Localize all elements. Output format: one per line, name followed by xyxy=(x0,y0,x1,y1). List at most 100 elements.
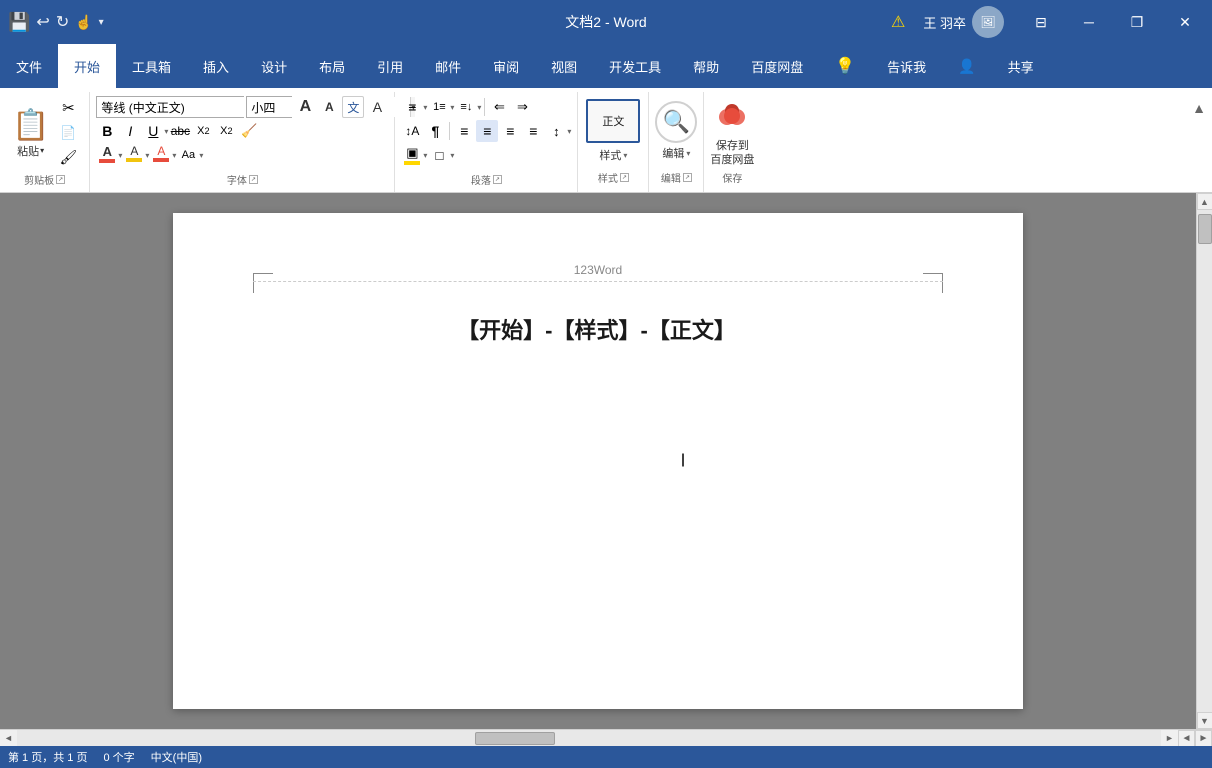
font-name-combo[interactable]: ▾ xyxy=(96,96,244,118)
italic-button[interactable]: I xyxy=(119,120,141,142)
menu-home[interactable]: 开始 xyxy=(58,44,116,88)
collapse-ribbon-button[interactable]: ▲ xyxy=(1186,92,1212,192)
page-content-area[interactable]: 【开始】-【样式】-【正文】 xyxy=(253,313,943,345)
cut-button[interactable]: ✂ xyxy=(55,97,81,119)
scroll-up-button[interactable]: ▲ xyxy=(1197,193,1212,210)
document-scroll-area[interactable]: 123Word 【开始】-【样式】-【正文】 I xyxy=(0,193,1196,729)
menu-tell-me[interactable]: 告诉我 xyxy=(871,44,942,88)
align-left-button[interactable]: ≡ xyxy=(453,120,475,142)
h-scroll-track[interactable] xyxy=(17,730,1161,746)
styles-expand-icon[interactable]: ↗ xyxy=(620,173,629,182)
underline-button[interactable]: U xyxy=(142,120,164,142)
font-color-button[interactable]: A xyxy=(96,144,118,166)
minimize-button[interactable]: ─ xyxy=(1066,0,1112,44)
clipboard-expand-icon[interactable]: ↗ xyxy=(56,175,65,184)
eraser-button[interactable]: 🧹 xyxy=(238,120,260,142)
case-button[interactable]: Aa xyxy=(177,144,199,166)
borders-arrow[interactable]: ▾ xyxy=(450,151,454,160)
format-painter-button[interactable]: 🖌 xyxy=(55,147,81,169)
underline-arrow[interactable]: ▾ xyxy=(164,127,168,136)
editing-arrow[interactable]: ▾ xyxy=(686,149,690,158)
menu-layout[interactable]: 布局 xyxy=(303,44,361,88)
case-arrow[interactable]: ▾ xyxy=(199,151,203,160)
numbering-button[interactable]: 1≡ xyxy=(428,96,450,118)
font-color-arrow[interactable]: ▾ xyxy=(118,151,122,160)
redo-icon[interactable]: ↻ xyxy=(56,12,69,32)
menu-developer[interactable]: 开发工具 xyxy=(593,44,677,88)
line-spacing-button[interactable]: ↕ xyxy=(545,120,567,142)
menu-share-icon[interactable]: 👤 xyxy=(942,44,991,88)
scroll-right-button[interactable]: ► xyxy=(1161,730,1178,747)
shading-button[interactable]: ▣ xyxy=(401,145,423,165)
copy-button[interactable]: 📄 xyxy=(55,122,81,144)
highlight-arrow[interactable]: ▾ xyxy=(145,151,149,160)
bold-button[interactable]: B xyxy=(96,120,118,142)
paste-button[interactable]: 📋 粘贴▾ xyxy=(8,96,53,170)
close-button[interactable]: ✕ xyxy=(1162,0,1208,44)
menu-file[interactable]: 文件 xyxy=(0,44,58,88)
shading-font-button[interactable]: A xyxy=(150,144,172,166)
numbering-arrow[interactable]: ▾ xyxy=(450,103,454,112)
menu-references[interactable]: 引用 xyxy=(361,44,419,88)
styles-preview[interactable]: 正文 xyxy=(586,99,640,143)
font-size-combo[interactable]: ▾ xyxy=(246,96,292,118)
decrease-indent-button[interactable]: ⇐ xyxy=(488,96,510,118)
user-avatar[interactable]: 🖼 xyxy=(972,6,1004,38)
scroll-left-button[interactable]: ◄ xyxy=(0,730,17,747)
increase-indent-button[interactable]: ⇒ xyxy=(511,96,533,118)
shading-font-arrow[interactable]: ▾ xyxy=(172,151,176,160)
multi-level-button[interactable]: ≡↓ xyxy=(455,96,477,118)
strikethrough-button[interactable]: abc xyxy=(169,120,191,142)
font-expand-icon[interactable]: ↗ xyxy=(249,175,258,184)
borders-button[interactable]: □ xyxy=(428,144,450,166)
align-right-button[interactable]: ≡ xyxy=(499,120,521,142)
h-scroll-thumb[interactable] xyxy=(475,732,555,745)
document-page[interactable]: 123Word 【开始】-【样式】-【正文】 I xyxy=(173,213,1023,709)
sort-button[interactable]: ↕A xyxy=(401,120,423,142)
scroll-thumb[interactable] xyxy=(1198,214,1212,244)
customize-arrow-icon[interactable]: ▾ xyxy=(99,17,104,28)
highlight-button[interactable]: A xyxy=(123,144,145,166)
save-quick-icon[interactable]: 💾 xyxy=(8,12,30,33)
show-marks-button[interactable]: ¶ xyxy=(424,120,446,142)
user-area[interactable]: 王 羽卒 🖼 xyxy=(911,6,1016,38)
font-name-input[interactable] xyxy=(97,97,260,117)
search-circle-button[interactable]: 🔍 xyxy=(655,101,697,143)
clear-format-button[interactable]: A xyxy=(366,96,388,118)
font-grow-button[interactable]: A xyxy=(294,96,316,118)
status-left-btn[interactable]: ◄ xyxy=(1178,730,1195,747)
menu-insert[interactable]: 插入 xyxy=(187,44,245,88)
justify-button[interactable]: ≡ xyxy=(522,120,544,142)
paragraph-expand-icon[interactable]: ↗ xyxy=(493,175,502,184)
menu-baidu-pan[interactable]: 百度网盘 xyxy=(735,44,819,88)
menu-view[interactable]: 视图 xyxy=(535,44,593,88)
bullets-arrow[interactable]: ▾ xyxy=(423,103,427,112)
menu-design[interactable]: 设计 xyxy=(245,44,303,88)
scroll-down-button[interactable]: ▼ xyxy=(1197,712,1212,729)
line-spacing-arrow[interactable]: ▾ xyxy=(567,127,571,136)
menu-review[interactable]: 审阅 xyxy=(477,44,535,88)
group-icon-btn[interactable]: ⊟ xyxy=(1018,0,1064,44)
editing-expand-icon[interactable]: ↗ xyxy=(683,173,692,182)
subscript-button[interactable]: X2 xyxy=(192,120,214,142)
wen-button[interactable]: 文 xyxy=(342,96,364,118)
superscript-button[interactable]: X2 xyxy=(215,120,237,142)
save-baidu-button[interactable]: 保存到 百度网盘 xyxy=(710,94,754,168)
menu-share[interactable]: 共享 xyxy=(992,44,1050,88)
status-right-btn[interactable]: ► xyxy=(1195,730,1212,747)
undo-icon[interactable]: ↩ xyxy=(36,12,49,32)
menu-tools[interactable]: 工具箱 xyxy=(116,44,187,88)
collapse-icon[interactable]: ▲ xyxy=(1186,96,1212,120)
shading-arrow[interactable]: ▾ xyxy=(423,151,427,160)
scroll-track[interactable] xyxy=(1197,210,1212,712)
menu-lightbulb[interactable]: 💡 xyxy=(819,44,871,88)
menu-mailing[interactable]: 邮件 xyxy=(419,44,477,88)
styles-arrow[interactable]: ▾ xyxy=(623,151,627,160)
restore-button[interactable]: ❐ xyxy=(1114,0,1160,44)
multi-level-arrow[interactable]: ▾ xyxy=(477,103,481,112)
touch-icon[interactable]: ☝ xyxy=(75,14,92,31)
font-shrink-button[interactable]: A xyxy=(318,96,340,118)
underline-combo[interactable]: U ▾ xyxy=(142,120,168,142)
bullets-button[interactable]: ≡ xyxy=(401,96,423,118)
menu-help[interactable]: 帮助 xyxy=(677,44,735,88)
